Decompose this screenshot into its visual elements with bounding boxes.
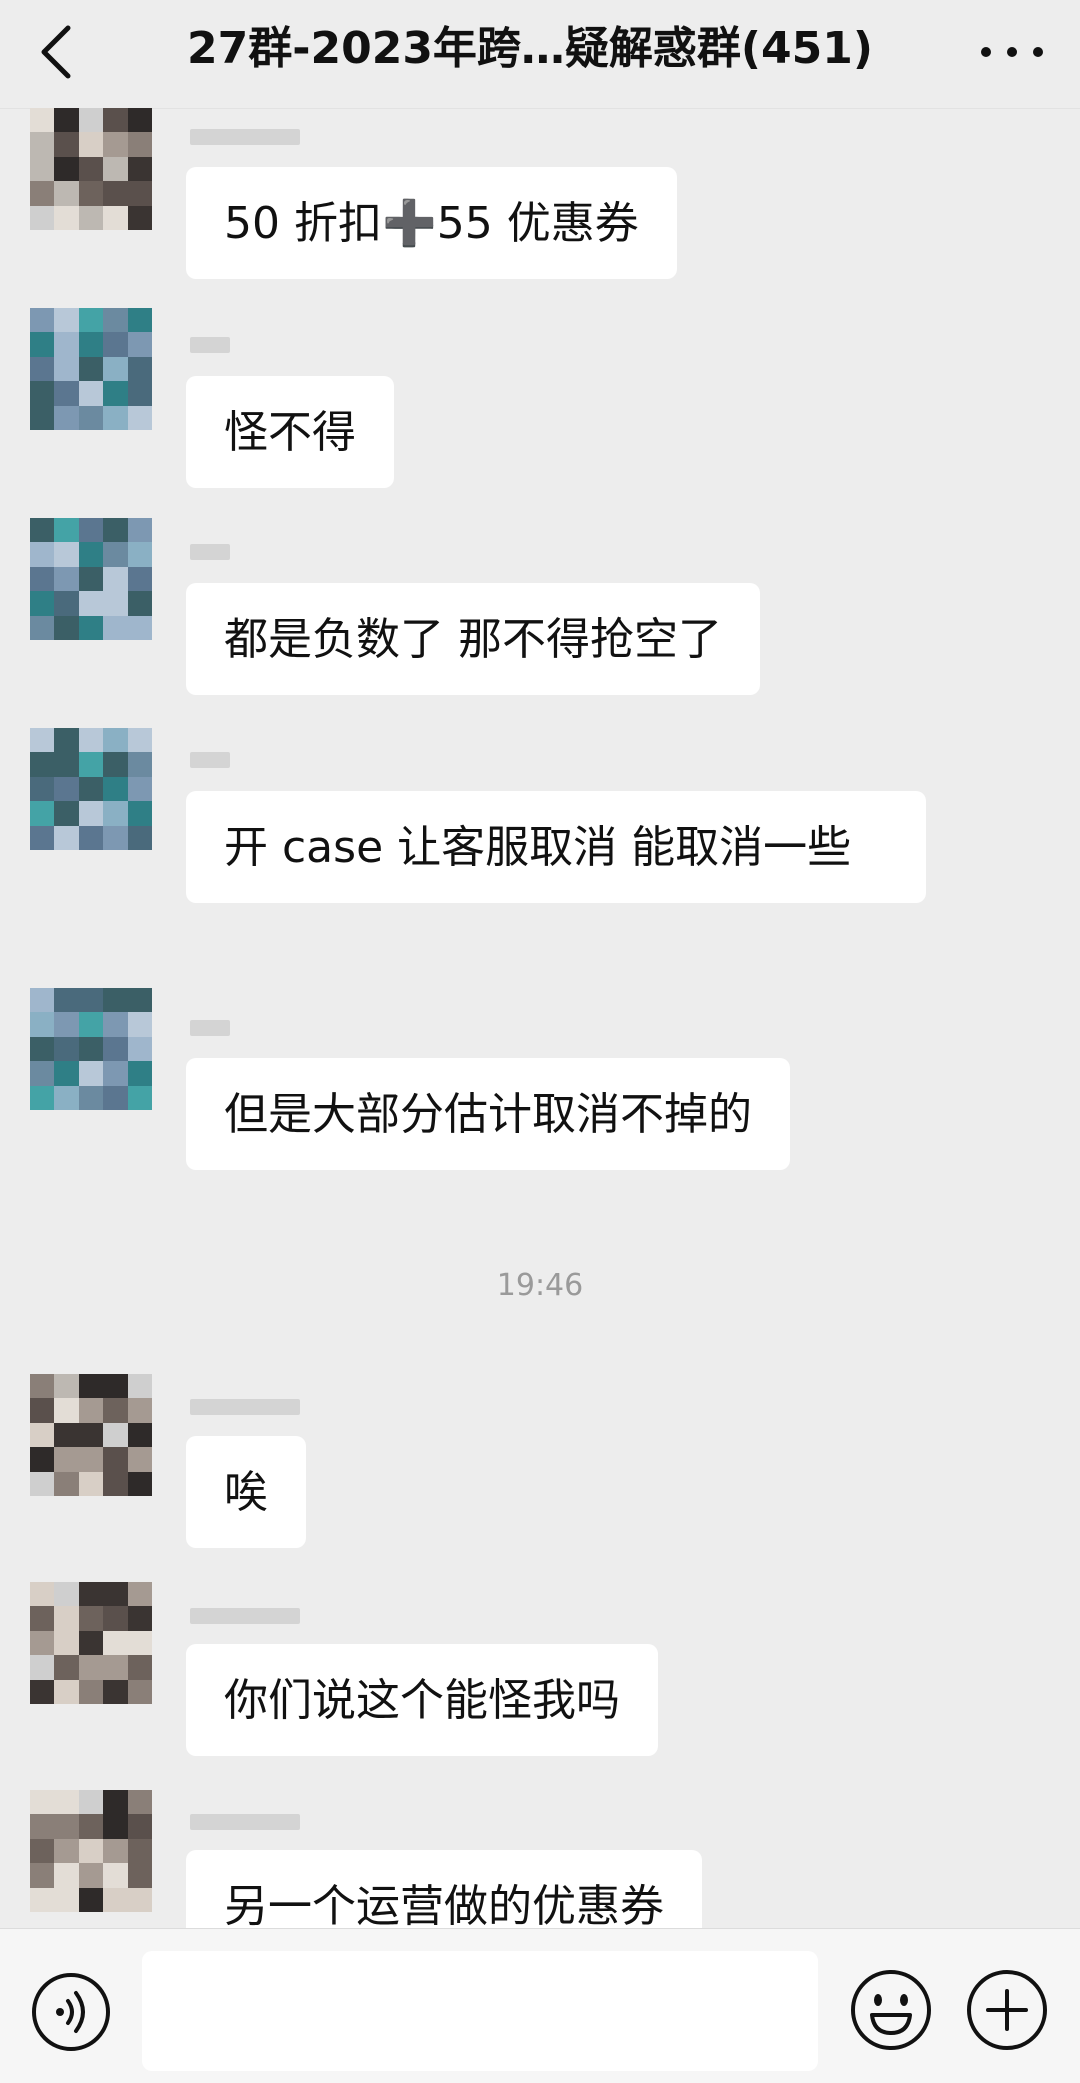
message-bubble[interactable]: 你们说这个能怪我吗 xyxy=(186,1644,658,1756)
message-input[interactable] xyxy=(142,1951,818,2071)
avatar[interactable] xyxy=(30,1790,152,1912)
avatar[interactable] xyxy=(30,308,152,430)
sender-name-blurred xyxy=(190,333,310,357)
sender-name-blurred xyxy=(190,125,310,149)
chat-title: 27群-2023年跨…疑解惑群(451) xyxy=(186,23,874,74)
message-bubble[interactable]: 都是负数了 那不得抢空了 xyxy=(186,583,760,695)
message-bubble[interactable]: 唉 xyxy=(186,1436,306,1548)
more-dots-icon xyxy=(981,47,1043,57)
avatar[interactable] xyxy=(30,728,152,850)
voice-button[interactable] xyxy=(30,1971,112,2053)
message-bubble[interactable]: 但是大部分估计取消不掉的 xyxy=(186,1058,790,1170)
message-list[interactable]: 50 折扣➕55 优惠券 怪不得 都是负数了 那不得抢空了 开 case 让客服… xyxy=(0,108,1080,1928)
top-bar: 27群-2023年跨…疑解惑群(451) xyxy=(0,0,1080,109)
voice-icon xyxy=(32,1973,110,2051)
time-separator: 19:46 xyxy=(496,1268,584,1303)
sender-name-blurred xyxy=(190,1604,310,1628)
avatar[interactable] xyxy=(30,1582,152,1704)
message-bubble[interactable]: 怪不得 xyxy=(186,376,394,488)
sender-name-blurred xyxy=(190,540,310,564)
back-button[interactable] xyxy=(28,18,88,86)
chevron-left-icon xyxy=(41,25,71,79)
message-bubble[interactable]: 50 折扣➕55 优惠券 xyxy=(186,167,677,279)
avatar[interactable] xyxy=(30,518,152,640)
sender-name-blurred xyxy=(190,1395,310,1419)
sender-name-blurred xyxy=(190,1810,310,1834)
sender-name-blurred xyxy=(190,1016,310,1040)
emoji-button[interactable] xyxy=(848,1967,934,2053)
sender-name-blurred xyxy=(190,748,310,772)
input-bar xyxy=(0,1928,1080,2083)
avatar[interactable] xyxy=(30,988,152,1110)
message-bubble[interactable]: 另一个运营做的优惠券 xyxy=(186,1850,702,1928)
avatar[interactable] xyxy=(30,108,152,230)
plus-icon xyxy=(967,1970,1047,2050)
emoji-icon xyxy=(851,1970,931,2050)
more-features-button[interactable] xyxy=(964,1967,1050,2053)
avatar[interactable] xyxy=(30,1374,152,1496)
message-bubble[interactable]: 开 case 让客服取消 能取消一些 xyxy=(186,791,926,903)
more-button[interactable] xyxy=(972,22,1052,82)
